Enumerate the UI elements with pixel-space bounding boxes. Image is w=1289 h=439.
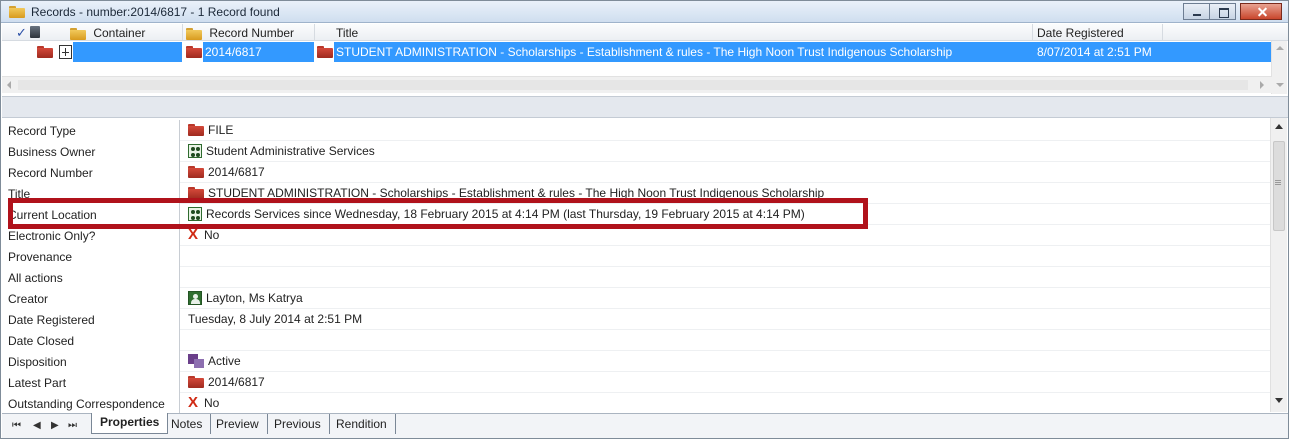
property-value: No bbox=[204, 396, 220, 410]
property-label: Electronic Only? bbox=[8, 229, 96, 243]
row-record-number: 2014/6817 bbox=[205, 45, 262, 59]
tab-notes[interactable]: Notes bbox=[163, 414, 212, 434]
property-label: Record Type bbox=[8, 124, 76, 138]
property-row-creator[interactable]: Creator Layton, Ms Katrya bbox=[2, 288, 1271, 309]
tab-rendition[interactable]: Rendition bbox=[328, 414, 396, 434]
title-bar: Records - number:2014/6817 - 1 Record fo… bbox=[1, 1, 1288, 23]
property-row-business-owner[interactable]: Business Owner Student Administrative Se… bbox=[2, 141, 1271, 162]
row-title: STUDENT ADMINISTRATION - Scholarships - … bbox=[336, 45, 953, 59]
property-label: Outstanding Correspondence bbox=[8, 397, 165, 411]
tab-previous[interactable]: Previous bbox=[266, 414, 330, 434]
container-folder-icon bbox=[70, 27, 86, 40]
property-row-date-registered[interactable]: Date Registered Tuesday, 8 July 2014 at … bbox=[2, 309, 1271, 330]
property-value: Active bbox=[208, 354, 241, 368]
tab-properties[interactable]: Properties bbox=[91, 413, 169, 434]
folder-icon bbox=[188, 376, 204, 388]
records-folder-icon bbox=[9, 6, 25, 18]
property-row-outstanding-correspondence[interactable]: Outstanding Correspondence X No bbox=[2, 393, 1271, 414]
property-label: Provenance bbox=[8, 250, 73, 264]
scroll-up-icon[interactable] bbox=[1276, 46, 1284, 50]
property-row-date-closed[interactable]: Date Closed bbox=[2, 330, 1271, 351]
property-row-disposition[interactable]: Disposition Active bbox=[2, 351, 1271, 372]
property-value: FILE bbox=[208, 123, 234, 137]
property-label: All actions bbox=[8, 271, 63, 285]
properties-vertical-scrollbar[interactable] bbox=[1270, 118, 1287, 412]
column-record-number[interactable]: Record Number bbox=[186, 26, 294, 40]
x-icon: X bbox=[188, 394, 199, 411]
property-label: Creator bbox=[8, 292, 49, 306]
scrollbar-thumb[interactable] bbox=[1273, 141, 1285, 231]
row-folder-icon bbox=[37, 46, 53, 58]
tab-bar: ⏮ ◀ ▶ ⏭ Properties Notes Preview Previou… bbox=[2, 413, 1288, 438]
column-container[interactable]: Container bbox=[70, 26, 145, 40]
property-row-latest-part[interactable]: Latest Part 2014/6817 bbox=[2, 372, 1271, 393]
last-page-icon[interactable]: ⏭ bbox=[68, 420, 77, 431]
scroll-down-icon[interactable] bbox=[1276, 83, 1284, 87]
property-label: Latest Part bbox=[8, 376, 67, 390]
x-icon: X bbox=[188, 226, 199, 243]
column-date-registered[interactable]: Date Registered bbox=[1037, 26, 1124, 40]
current-location-highlight-box bbox=[8, 198, 868, 229]
scroll-down-icon[interactable] bbox=[1275, 398, 1283, 403]
property-value: Layton, Ms Katrya bbox=[206, 291, 303, 305]
window-controls bbox=[1183, 3, 1282, 20]
row-date-registered: 8/07/2014 at 2:51 PM bbox=[1037, 45, 1152, 59]
properties-panel: Record Type FILE Business Owner Student … bbox=[2, 119, 1271, 414]
active-icon bbox=[188, 354, 204, 368]
panel-splitter[interactable] bbox=[2, 96, 1288, 118]
check-icon[interactable]: ✓ bbox=[16, 25, 27, 41]
property-label: Date Registered bbox=[8, 313, 95, 327]
scroll-up-icon[interactable] bbox=[1275, 124, 1283, 129]
close-button[interactable] bbox=[1240, 3, 1282, 20]
property-label: Disposition bbox=[8, 355, 67, 369]
property-value: 2014/6817 bbox=[208, 165, 265, 179]
folder-icon bbox=[188, 124, 204, 136]
first-page-icon[interactable]: ⏮ bbox=[12, 420, 21, 431]
record-folder-icon bbox=[186, 46, 202, 58]
property-row-record-type[interactable]: Record Type FILE bbox=[2, 120, 1271, 141]
grid-header: ✓ Container Record Number Title Date Reg… bbox=[2, 24, 1288, 41]
next-page-icon[interactable]: ▶ bbox=[51, 420, 59, 431]
property-row-all-actions[interactable]: All actions bbox=[2, 267, 1271, 288]
record-number-folder-icon bbox=[186, 27, 202, 40]
property-value: No bbox=[204, 228, 220, 242]
records-window: Records - number:2014/6817 - 1 Record fo… bbox=[0, 0, 1289, 439]
property-row-provenance[interactable]: Provenance bbox=[2, 246, 1271, 267]
scroll-grip-icon bbox=[1275, 180, 1281, 181]
property-label: Date Closed bbox=[8, 334, 75, 348]
expand-icon[interactable] bbox=[59, 45, 72, 59]
window-title: Records - number:2014/6817 - 1 Record fo… bbox=[31, 5, 280, 19]
previous-page-icon[interactable]: ◀ bbox=[33, 420, 41, 431]
property-label: Record Number bbox=[8, 166, 93, 180]
table-row[interactable]: 2014/6817 STUDENT ADMINISTRATION - Schol… bbox=[2, 42, 1275, 62]
property-value: 2014/6817 bbox=[208, 375, 265, 389]
folder-icon bbox=[188, 166, 204, 178]
maximize-button[interactable] bbox=[1209, 3, 1236, 20]
scroll-left-icon[interactable] bbox=[7, 81, 11, 89]
tab-preview[interactable]: Preview bbox=[208, 414, 268, 434]
property-value: Tuesday, 8 July 2014 at 2:51 PM bbox=[188, 312, 363, 326]
column-title[interactable]: Title bbox=[336, 26, 358, 40]
minimize-button[interactable] bbox=[1183, 3, 1210, 20]
person-icon bbox=[188, 291, 202, 305]
property-row-record-number[interactable]: Record Number 2014/6817 bbox=[2, 162, 1271, 183]
scroll-right-icon[interactable] bbox=[1260, 81, 1264, 89]
pin-icon[interactable] bbox=[30, 26, 40, 38]
grid-vertical-scrollbar[interactable] bbox=[1271, 41, 1287, 94]
grid-horizontal-scrollbar[interactable] bbox=[2, 76, 1272, 93]
title-folder-icon bbox=[317, 46, 333, 58]
property-value: Student Administrative Services bbox=[206, 144, 375, 158]
property-label: Business Owner bbox=[8, 145, 96, 159]
group-icon bbox=[188, 144, 202, 158]
